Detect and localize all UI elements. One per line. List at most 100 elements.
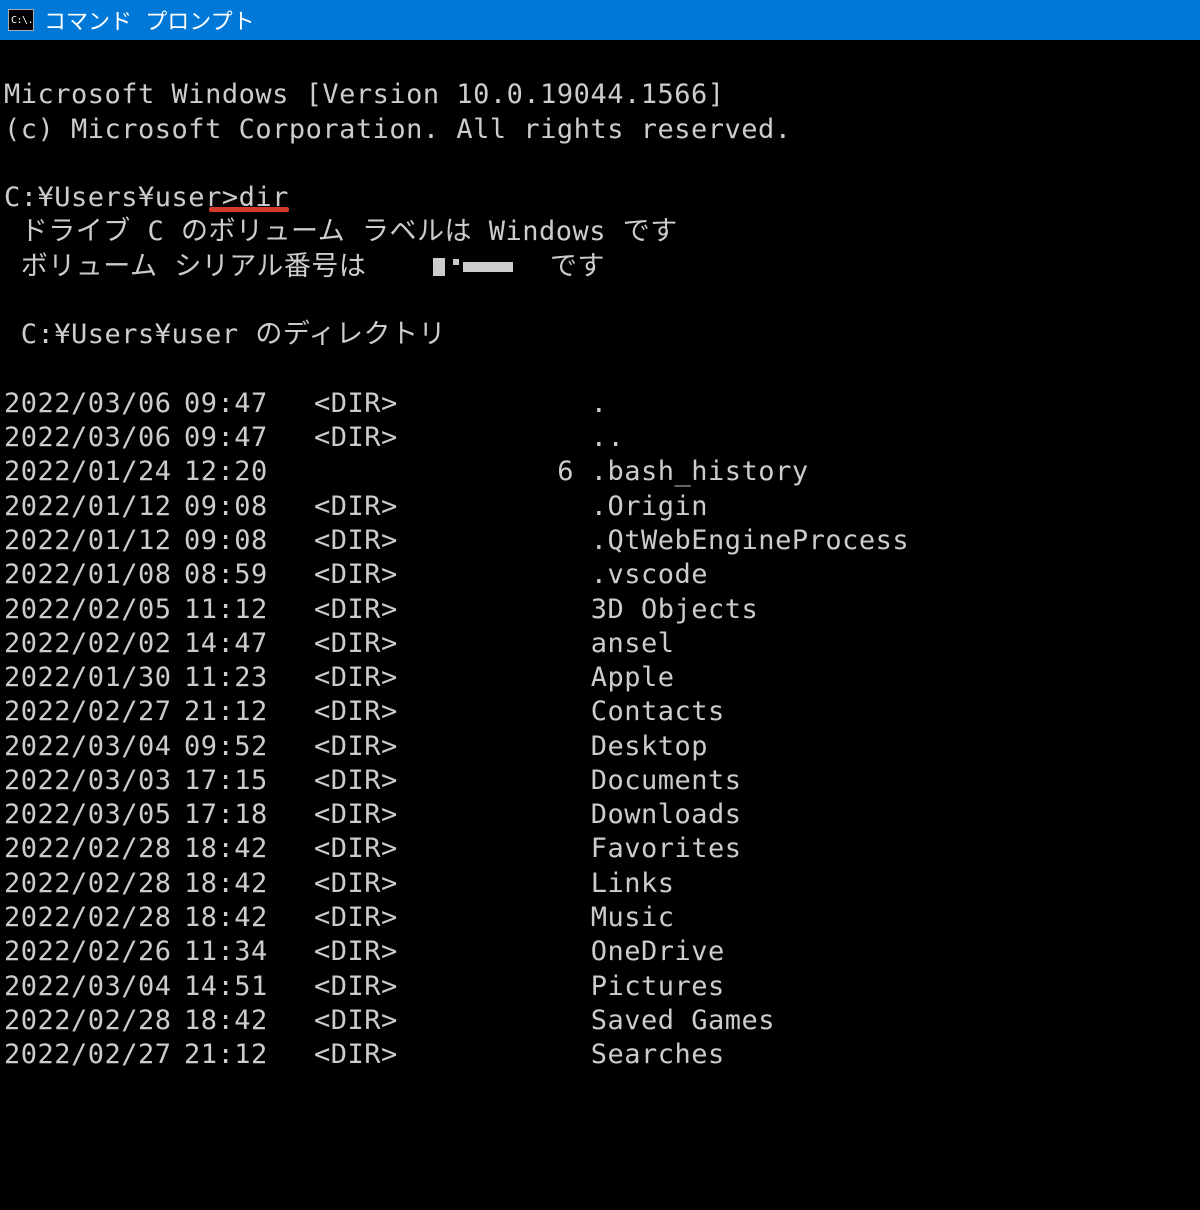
dir-entry: 2022/03/0517:18<DIR> Downloads: [4, 798, 1200, 832]
dir-entry-name: .Origin: [574, 490, 708, 524]
dir-entry-name: Apple: [574, 661, 675, 695]
dir-entry-type: <DIR>: [314, 867, 504, 901]
dir-entry-time: 11:34: [184, 935, 314, 969]
banner-copyright: (c) Microsoft Corporation. All rights re…: [4, 114, 792, 145]
dir-entry-name: Favorites: [574, 832, 742, 866]
dir-entry-date: 2022/01/24: [4, 455, 184, 489]
dir-entry-type: <DIR>: [314, 558, 504, 592]
dir-entry-time: 14:47: [184, 627, 314, 661]
directory-listing: 2022/03/0609:47<DIR> .2022/03/0609:47<DI…: [4, 387, 1200, 1073]
dir-entry-date: 2022/01/12: [4, 524, 184, 558]
dir-entry-size: 6: [504, 455, 574, 489]
dir-entry-date: 2022/02/26: [4, 935, 184, 969]
dir-entry-time: 21:12: [184, 695, 314, 729]
dir-entry-time: 14:51: [184, 970, 314, 1004]
dir-entry-time: 17:15: [184, 764, 314, 798]
dir-entry-date: 2022/02/28: [4, 1004, 184, 1038]
directory-path-line: C:¥Users¥user のディレクトリ: [4, 319, 446, 350]
dir-entry-name: .bash_history: [574, 455, 809, 489]
dir-entry-time: 11:23: [184, 661, 314, 695]
dir-entry-type: <DIR>: [314, 524, 504, 558]
dir-entry-date: 2022/02/28: [4, 867, 184, 901]
dir-entry-time: 09:47: [184, 387, 314, 421]
dir-entry-type: <DIR>: [314, 901, 504, 935]
dir-entry-time: 09:52: [184, 730, 314, 764]
serial-prefix: ボリューム シリアル番号は: [4, 251, 383, 282]
dir-entry-type: <DIR>: [314, 627, 504, 661]
serial-number-redacted: [383, 255, 533, 277]
dir-entry: 2022/02/0214:47<DIR> ansel: [4, 627, 1200, 661]
volume-label-line: ドライブ C のボリューム ラベルは Windows です: [4, 216, 678, 247]
dir-entry-date: 2022/02/28: [4, 901, 184, 935]
dir-entry-date: 2022/03/04: [4, 730, 184, 764]
dir-entry-name: Desktop: [574, 730, 708, 764]
dir-entry-type: <DIR>: [314, 970, 504, 1004]
dir-entry-date: 2022/02/28: [4, 832, 184, 866]
dir-entry-type: <DIR>: [314, 593, 504, 627]
dir-entry-name: Links: [574, 867, 675, 901]
dir-entry-time: 09:08: [184, 490, 314, 524]
dir-entry: 2022/01/2412:20 6 .bash_history: [4, 455, 1200, 489]
dir-entry-name: Pictures: [574, 970, 725, 1004]
dir-entry: 2022/02/2818:42<DIR> Music: [4, 901, 1200, 935]
dir-entry: 2022/02/2721:12<DIR> Searches: [4, 1038, 1200, 1072]
dir-entry-name: Contacts: [574, 695, 725, 729]
dir-entry-name: Music: [574, 901, 675, 935]
dir-entry-date: 2022/03/06: [4, 387, 184, 421]
dir-entry: 2022/02/2818:42<DIR> Saved Games: [4, 1004, 1200, 1038]
dir-entry: 2022/02/0511:12<DIR> 3D Objects: [4, 593, 1200, 627]
dir-entry-type: <DIR>: [314, 1038, 504, 1072]
dir-entry-type: <DIR>: [314, 387, 504, 421]
dir-entry: 2022/01/1209:08<DIR> .QtWebEngineProcess: [4, 524, 1200, 558]
titlebar[interactable]: C:\. コマンド プロンプト: [0, 0, 1200, 40]
dir-entry-time: 08:59: [184, 558, 314, 592]
dir-entry: 2022/02/2611:34<DIR> OneDrive: [4, 935, 1200, 969]
dir-entry: 2022/01/1209:08<DIR> .Origin: [4, 490, 1200, 524]
dir-entry-name: Saved Games: [574, 1004, 775, 1038]
dir-entry-name: Downloads: [574, 798, 742, 832]
dir-entry-name: ..: [574, 421, 624, 455]
dir-entry-date: 2022/01/12: [4, 490, 184, 524]
dir-entry: 2022/03/0609:47<DIR> .: [4, 387, 1200, 421]
dir-entry-name: .QtWebEngineProcess: [574, 524, 909, 558]
dir-entry-date: 2022/02/27: [4, 695, 184, 729]
dir-entry: 2022/01/0808:59<DIR> .vscode: [4, 558, 1200, 592]
dir-entry: 2022/02/2818:42<DIR> Links: [4, 867, 1200, 901]
dir-entry-name: Searches: [574, 1038, 725, 1072]
dir-entry-time: 18:42: [184, 867, 314, 901]
command-underline-annotation: [209, 207, 289, 212]
dir-entry: 2022/03/0317:15<DIR> Documents: [4, 764, 1200, 798]
dir-entry: 2022/01/3011:23<DIR> Apple: [4, 661, 1200, 695]
terminal-output[interactable]: Microsoft Windows [Version 10.0.19044.15…: [0, 40, 1200, 1072]
dir-entry-date: 2022/02/05: [4, 593, 184, 627]
dir-entry-type: <DIR>: [314, 730, 504, 764]
dir-entry-name: .: [574, 387, 608, 421]
cmd-icon-label: C:\.: [11, 15, 33, 26]
dir-entry-time: 12:20: [184, 455, 314, 489]
dir-entry: 2022/03/0609:47<DIR> ..: [4, 421, 1200, 455]
dir-entry-name: .vscode: [574, 558, 708, 592]
dir-entry-type: <DIR>: [314, 935, 504, 969]
dir-entry-type: <DIR>: [314, 832, 504, 866]
dir-entry-time: 11:12: [184, 593, 314, 627]
prompt-path: C:¥Users¥user>: [4, 182, 239, 213]
banner-version: Microsoft Windows [Version 10.0.19044.15…: [4, 79, 724, 110]
dir-entry-date: 2022/01/08: [4, 558, 184, 592]
dir-entry-name: 3D Objects: [574, 593, 758, 627]
dir-entry: 2022/02/2721:12<DIR> Contacts: [4, 695, 1200, 729]
window-title: コマンド プロンプト: [44, 4, 255, 36]
dir-entry-time: 18:42: [184, 901, 314, 935]
dir-entry-date: 2022/03/03: [4, 764, 184, 798]
dir-entry-time: 09:08: [184, 524, 314, 558]
dir-entry-time: 18:42: [184, 832, 314, 866]
dir-entry-type: <DIR>: [314, 798, 504, 832]
dir-entry-type: <DIR>: [314, 1004, 504, 1038]
dir-entry-type: <DIR>: [314, 421, 504, 455]
serial-suffix: です: [533, 251, 605, 282]
dir-entry-type: <DIR>: [314, 764, 504, 798]
dir-entry-time: 18:42: [184, 1004, 314, 1038]
dir-entry-date: 2022/02/02: [4, 627, 184, 661]
dir-entry-time: 09:47: [184, 421, 314, 455]
dir-entry-time: 17:18: [184, 798, 314, 832]
dir-entry-date: 2022/03/04: [4, 970, 184, 1004]
